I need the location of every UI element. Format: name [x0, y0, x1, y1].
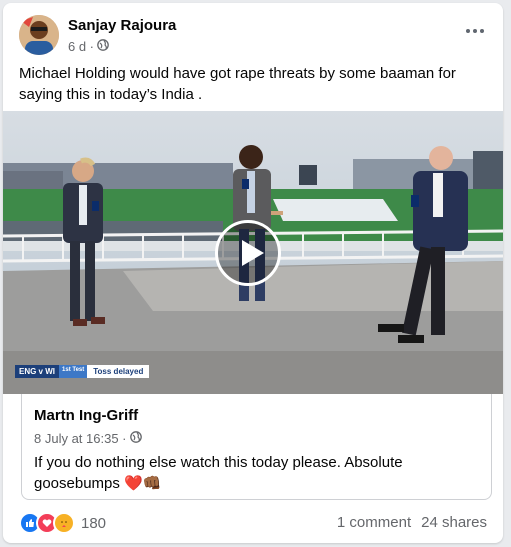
shared-time[interactable]: 8 July at 16:35 ·: [34, 431, 127, 446]
score-ticker: ENG v WI 1st Test Toss delayed: [15, 365, 150, 378]
more-options-button[interactable]: [459, 19, 491, 43]
play-button[interactable]: [215, 220, 281, 286]
care-icon: [53, 512, 75, 534]
shared-meta: 8 July at 16:35 ·: [34, 431, 142, 446]
post-header: Sanjay Rajoura 6 d ·: [19, 15, 491, 57]
post-author[interactable]: Sanjay Rajoura: [68, 17, 176, 34]
shared-text: If you do nothing else watch this today …: [34, 454, 403, 492]
post-meta: 6 d ·: [68, 39, 109, 54]
shared-author[interactable]: Martn Ing-Griff: [34, 407, 138, 424]
post-time[interactable]: 6 d ·: [68, 39, 94, 54]
post-stats: 1 comment 24 shares: [337, 514, 487, 531]
dot-icon: [480, 29, 484, 33]
post-footer: 180 1 comment 24 shares: [19, 510, 487, 534]
ticker-test: 1st Test: [59, 365, 88, 378]
shares-link[interactable]: 24 shares: [421, 514, 487, 531]
comments-link[interactable]: 1 comment: [337, 514, 411, 531]
reaction-count: 180: [81, 514, 107, 532]
ticker-match: ENG v WI: [15, 365, 60, 378]
post-card: Sanjay Rajoura 6 d · Michael Holding wou…: [3, 3, 503, 543]
reactions-summary[interactable]: 180: [19, 512, 106, 534]
avatar[interactable]: [19, 15, 59, 55]
dot-icon: [473, 29, 477, 33]
video-player[interactable]: ENG v WI 1st Test Toss delayed: [3, 111, 503, 394]
globe-icon: [97, 39, 109, 54]
dot-icon: [466, 29, 470, 33]
globe-icon: [129, 431, 142, 446]
shared-post[interactable]: Martn Ing-Griff 8 July at 16:35 · If you…: [21, 394, 492, 500]
post-text: Michael Holding would have got rape thre…: [19, 65, 456, 103]
ticker-status: Toss delayed: [87, 365, 150, 378]
